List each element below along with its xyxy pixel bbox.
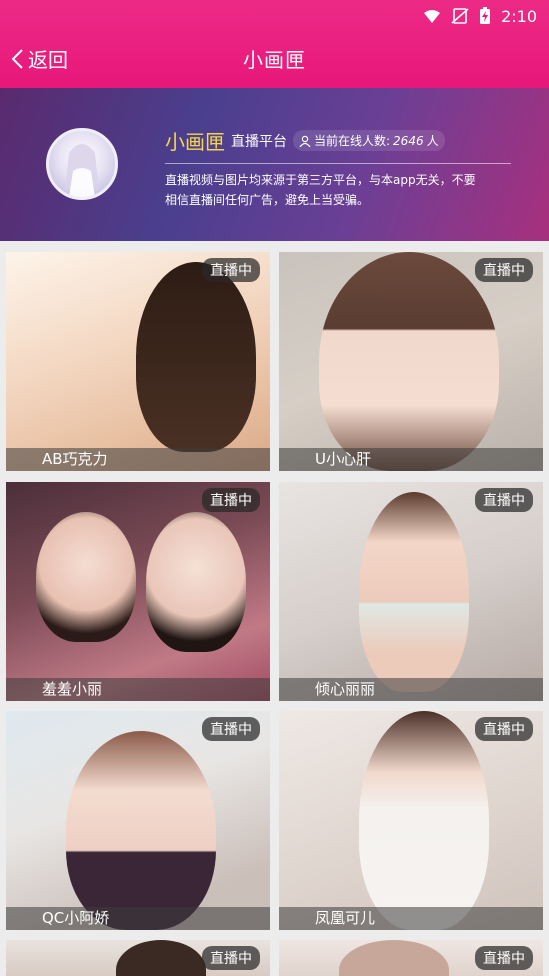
streamer-name: QC小阿娇 xyxy=(6,907,270,930)
live-badge: 直播中 xyxy=(202,946,260,970)
stream-thumbnail xyxy=(6,711,270,930)
disclaimer-line-1: 直播视频与图片均来源于第三方平台，与本app无关，不要 xyxy=(165,173,476,187)
stream-thumbnail xyxy=(6,252,270,471)
live-badge: 直播中 xyxy=(202,258,260,282)
platform-avatar xyxy=(46,128,118,200)
stream-card[interactable]: 直播中 AB巧克力 xyxy=(6,252,270,471)
nav-bar: 返回 小画匣 xyxy=(0,32,549,84)
streamer-name: 羞羞小丽 xyxy=(6,678,270,701)
platform-name-row: 小画匣 直播平台 当前在线人数: 2646 人 xyxy=(165,126,515,155)
live-badge: 直播中 xyxy=(475,717,533,741)
page-title: 小画匣 xyxy=(243,48,306,72)
stream-card[interactable]: 直播中 凤凰可儿 xyxy=(279,711,543,930)
live-badge: 直播中 xyxy=(202,717,260,741)
online-count: 2646 xyxy=(393,133,424,148)
platform-subtitle: 直播平台 xyxy=(231,133,287,150)
live-badge: 直播中 xyxy=(475,488,533,512)
streamer-name: U小心肝 xyxy=(279,448,543,471)
platform-banner: 小画匣 直播平台 当前在线人数: 2646 人 直播视频与图片均来源于第三方平台… xyxy=(0,88,549,241)
live-badge: 直播中 xyxy=(475,946,533,970)
wifi-icon xyxy=(424,10,441,23)
battery-charging-icon xyxy=(480,7,491,24)
streamer-name: AB巧克力 xyxy=(6,448,270,471)
online-label: 当前在线人数: xyxy=(314,134,391,148)
stream-thumbnail xyxy=(279,252,543,471)
stream-card[interactable]: 直播中 xyxy=(279,940,543,976)
stream-card[interactable]: 直播中 倾心丽丽 xyxy=(279,482,543,701)
platform-brand: 小画匣 xyxy=(165,130,225,154)
streamer-name: 倾心丽丽 xyxy=(279,678,543,701)
status-time: 2:10 xyxy=(501,6,537,26)
live-badge: 直播中 xyxy=(202,488,260,512)
stream-thumbnail xyxy=(279,711,543,930)
app-header: 2:10 返回 小画匣 xyxy=(0,0,549,88)
stream-thumbnail xyxy=(6,482,270,701)
stream-card[interactable]: 直播中 xyxy=(6,940,270,976)
live-badge: 直播中 xyxy=(475,258,533,282)
disclaimer-text: 直播视频与图片均来源于第三方平台，与本app无关，不要 相信直播间任何广告，避免… xyxy=(165,170,515,210)
stream-card[interactable]: 直播中 羞羞小丽 xyxy=(6,482,270,701)
stream-thumbnail xyxy=(279,482,543,701)
streamer-name: 凤凰可儿 xyxy=(279,907,543,930)
disclaimer-line-2: 相信直播间任何广告，避免上当受骗。 xyxy=(165,193,370,207)
stream-card[interactable]: 直播中 U小心肝 xyxy=(279,252,543,471)
stream-card[interactable]: 直播中 QC小阿娇 xyxy=(6,711,270,930)
no-sim-icon xyxy=(451,8,469,24)
platform-info: 小画匣 直播平台 当前在线人数: 2646 人 直播视频与图片均来源于第三方平台… xyxy=(165,126,515,210)
user-icon xyxy=(299,135,311,147)
online-unit: 人 xyxy=(426,134,439,148)
status-bar: 2:10 xyxy=(423,6,537,26)
stream-grid: 直播中 AB巧克力 直播中 U小心肝 直播中 羞羞小丽 直播中 倾心丽丽 直播中… xyxy=(0,241,549,976)
banner-divider xyxy=(165,163,511,164)
online-count-badge: 当前在线人数: 2646 人 xyxy=(293,130,445,151)
